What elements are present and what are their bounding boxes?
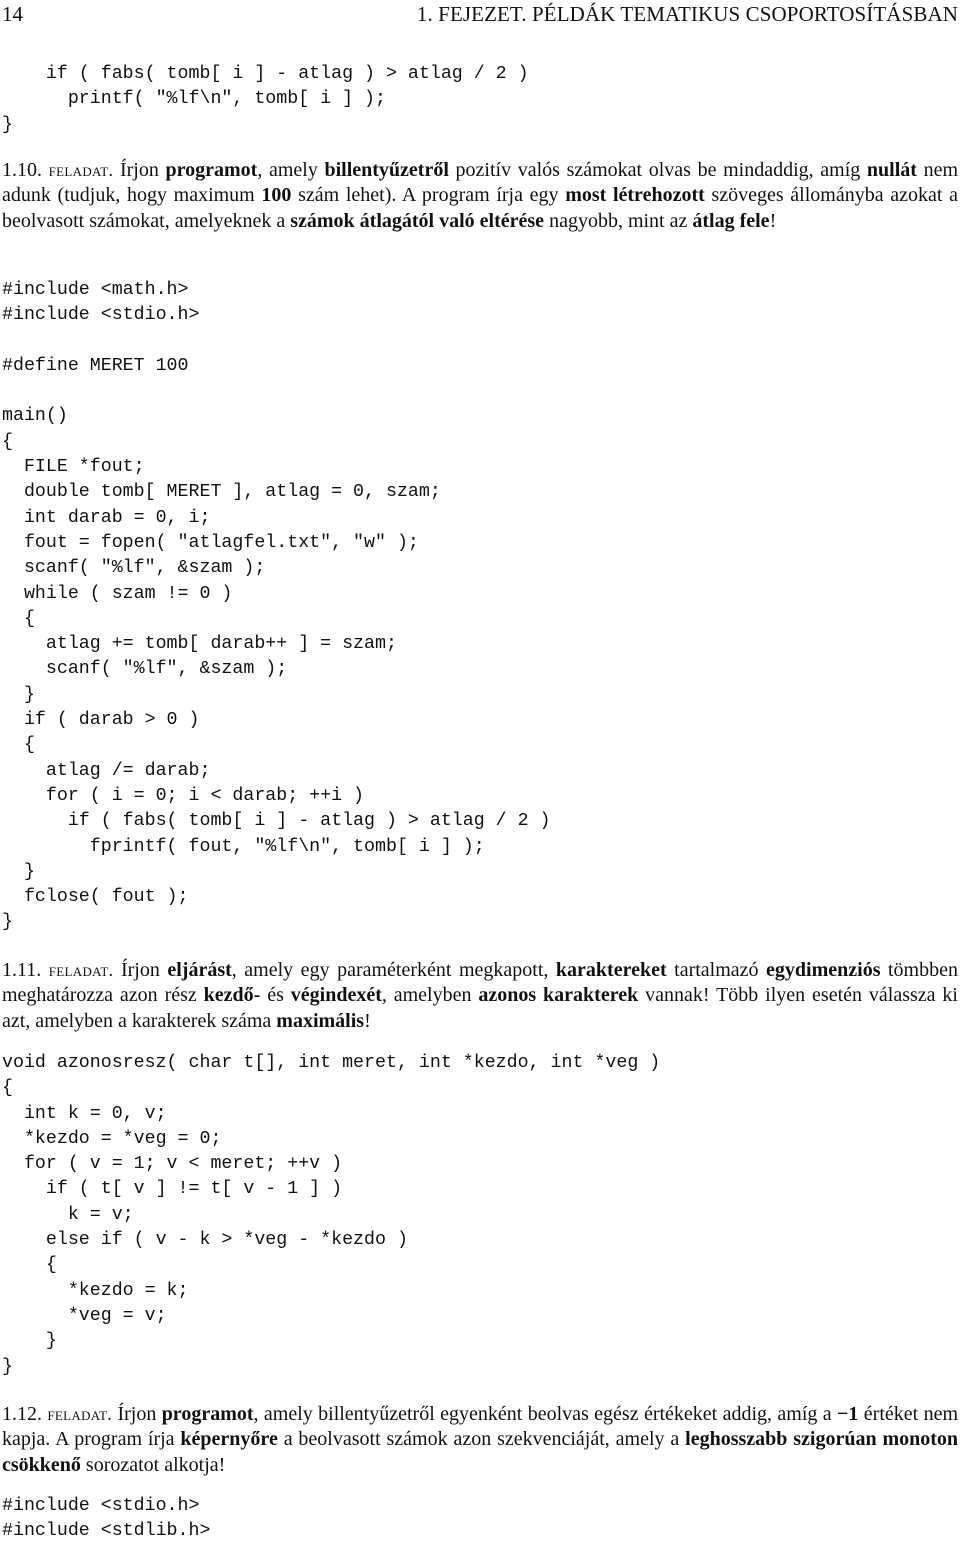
code-line: else if ( v - k > *veg - *kezdo ) — [2, 1230, 408, 1251]
body-text: szám lehet). A program írja egy — [291, 184, 566, 207]
body-text: a beolvasott számok azon szekvenciáját, … — [277, 1428, 686, 1451]
body-text: Írjon — [119, 159, 166, 181]
code-line: if ( darab > 0 ) — [2, 710, 200, 731]
code-line: } — [2, 912, 13, 933]
code-line: #include <stdio.h> — [2, 305, 200, 326]
code-line: *kezdo = *veg = 0; — [2, 1128, 222, 1149]
exercise-label: feladat. — [48, 960, 114, 980]
code-line: if ( t[ v ] != t[ v - 1 ] ) — [2, 1179, 343, 1200]
exercise-number: 1.12. — [2, 1403, 42, 1425]
code-line: } — [2, 1331, 57, 1352]
code-line: fout = fopen( "atlagfel.txt", "w" ); — [2, 532, 419, 553]
emphasized-text: kezdő- — [203, 984, 261, 1007]
body-text: Írjon — [120, 959, 168, 981]
exercise-number: 1.10. — [2, 159, 42, 181]
emphasized-text: 100 — [261, 184, 292, 207]
emphasized-text: programot — [165, 159, 258, 181]
code-line: } — [2, 114, 13, 135]
code-line: if ( fabs( tomb[ i ] - atlag ) > atlag /… — [2, 64, 529, 84]
code-line: while ( szam != 0 ) — [2, 583, 233, 604]
code-line: void azonosresz( char t[], int meret, in… — [2, 1053, 661, 1073]
body-text: tartalmazó — [666, 959, 767, 981]
code-line: { — [2, 1078, 13, 1099]
code-line: scanf( "%lf", &szam ); — [2, 659, 288, 680]
code-line: { — [2, 431, 13, 452]
code-block-exercise-1-12: #include <stdio.h> #include <stdlib.h> — [2, 1494, 210, 1545]
code-line: { — [2, 1255, 57, 1276]
emphasized-text: eljárást — [167, 959, 232, 981]
code-line: } — [2, 684, 35, 705]
code-line: double tomb[ MERET ], atlag = 0, szam; — [2, 482, 441, 503]
emphasized-text: végindexét — [290, 984, 382, 1007]
emphasized-text: billentyűzetről — [324, 159, 449, 181]
chapter-title: 1. FEJEZET. PÉLDÁK TEMATIKUS CSOPORTOSÍT… — [416, 2, 958, 26]
code-line: fclose( fout ); — [2, 887, 189, 908]
emphasized-text: maximális — [276, 1009, 365, 1032]
emphasized-text: programot — [161, 1403, 254, 1425]
code-block-exercise-1-10: #include <math.h> #include <stdio.h> #defi… — [2, 278, 551, 936]
code-line: #include <stdio.h> — [2, 1496, 200, 1516]
code-line: if ( fabs( tomb[ i ] - atlag ) > atlag /… — [2, 811, 551, 832]
body-text: ! — [769, 209, 777, 232]
code-line: } — [2, 1356, 13, 1377]
body-text: , amely billentyűzetről egyenként beolva… — [253, 1403, 838, 1425]
code-line: } — [2, 861, 35, 882]
code-line: int k = 0, v; — [2, 1103, 167, 1124]
code-line: #define MERET 100 — [2, 355, 189, 376]
page-number: 14 — [2, 2, 23, 26]
code-line: for ( v = 1; v < meret; ++v ) — [2, 1154, 343, 1175]
code-line: main() — [2, 406, 68, 427]
page-header: 14 1. FEJEZET. PÉLDÁK TEMATIKUS CSOPORTO… — [2, 2, 960, 30]
exercise-label: feladat. — [47, 1404, 113, 1424]
code-line: *kezdo = k; — [2, 1280, 189, 1301]
code-line: fprintf( fout, "%lf\n", tomb[ i ] ); — [2, 836, 485, 857]
code-line: int darab = 0, i; — [2, 507, 211, 528]
emphasized-text: képernyőre — [180, 1428, 278, 1451]
emphasized-text: azonos karakterek — [478, 984, 639, 1007]
exercise-number: 1.11. — [2, 959, 42, 981]
body-text: Írjon — [117, 1403, 162, 1425]
code-line: #include <math.h> — [2, 280, 189, 300]
code-line: atlag /= darab; — [2, 760, 211, 781]
code-line: FILE *fout; — [2, 457, 145, 478]
emphasized-text: −1 — [837, 1403, 859, 1425]
body-text: , amely egy paraméterként megkapott, — [231, 959, 556, 981]
code-line: { — [2, 608, 35, 629]
exercise-1-11: 1.11. feladat. Írjon eljárást, amely egy… — [2, 958, 958, 1034]
body-text: nagyobb, mint az — [544, 209, 693, 232]
exercise-1-12: 1.12. feladat. Írjon programot, amely bi… — [2, 1402, 958, 1478]
code-line: #include <stdlib.h> — [2, 1521, 211, 1542]
body-text: , amelyben — [381, 984, 479, 1007]
code-line: scanf( "%lf", &szam ); — [2, 558, 266, 579]
emphasized-text: átlag fele — [692, 209, 770, 232]
code-line: printf( "%lf\n", tomb[ i ] ); — [2, 89, 386, 110]
body-text: ! — [364, 1009, 371, 1032]
emphasized-text: most létrehozott — [565, 184, 705, 207]
exercise-1-10: 1.10. feladat. Írjon programot, amely bi… — [2, 158, 958, 234]
code-line: { — [2, 735, 35, 756]
body-text: , amely — [257, 159, 325, 181]
emphasized-text: számok átlagától való eltérése — [290, 209, 545, 232]
emphasized-text: egydimenziós — [766, 959, 881, 981]
body-text: pozitív valós számokat olvas be mindaddi… — [448, 159, 867, 181]
body-text: sorozatot alkotja! — [80, 1453, 226, 1476]
code-block-exercise-1-11: void azonosresz( char t[], int meret, in… — [2, 1051, 660, 1380]
code-line: *veg = v; — [2, 1305, 167, 1326]
body-text: és — [260, 984, 291, 1007]
code-line: for ( i = 0; i < darab; ++i ) — [2, 785, 365, 806]
code-block-continuation: if ( fabs( tomb[ i ] - atlag ) > atlag /… — [2, 62, 529, 138]
code-line: atlag += tomb[ darab++ ] = szam; — [2, 634, 397, 655]
document-page: 14 1. FEJEZET. PÉLDÁK TEMATIKUS CSOPORTO… — [0, 0, 960, 1542]
exercise-label: feladat. — [48, 160, 114, 180]
code-line: k = v; — [2, 1204, 134, 1225]
emphasized-text: karaktereket — [555, 959, 667, 981]
emphasized-text: nullát — [866, 159, 917, 181]
